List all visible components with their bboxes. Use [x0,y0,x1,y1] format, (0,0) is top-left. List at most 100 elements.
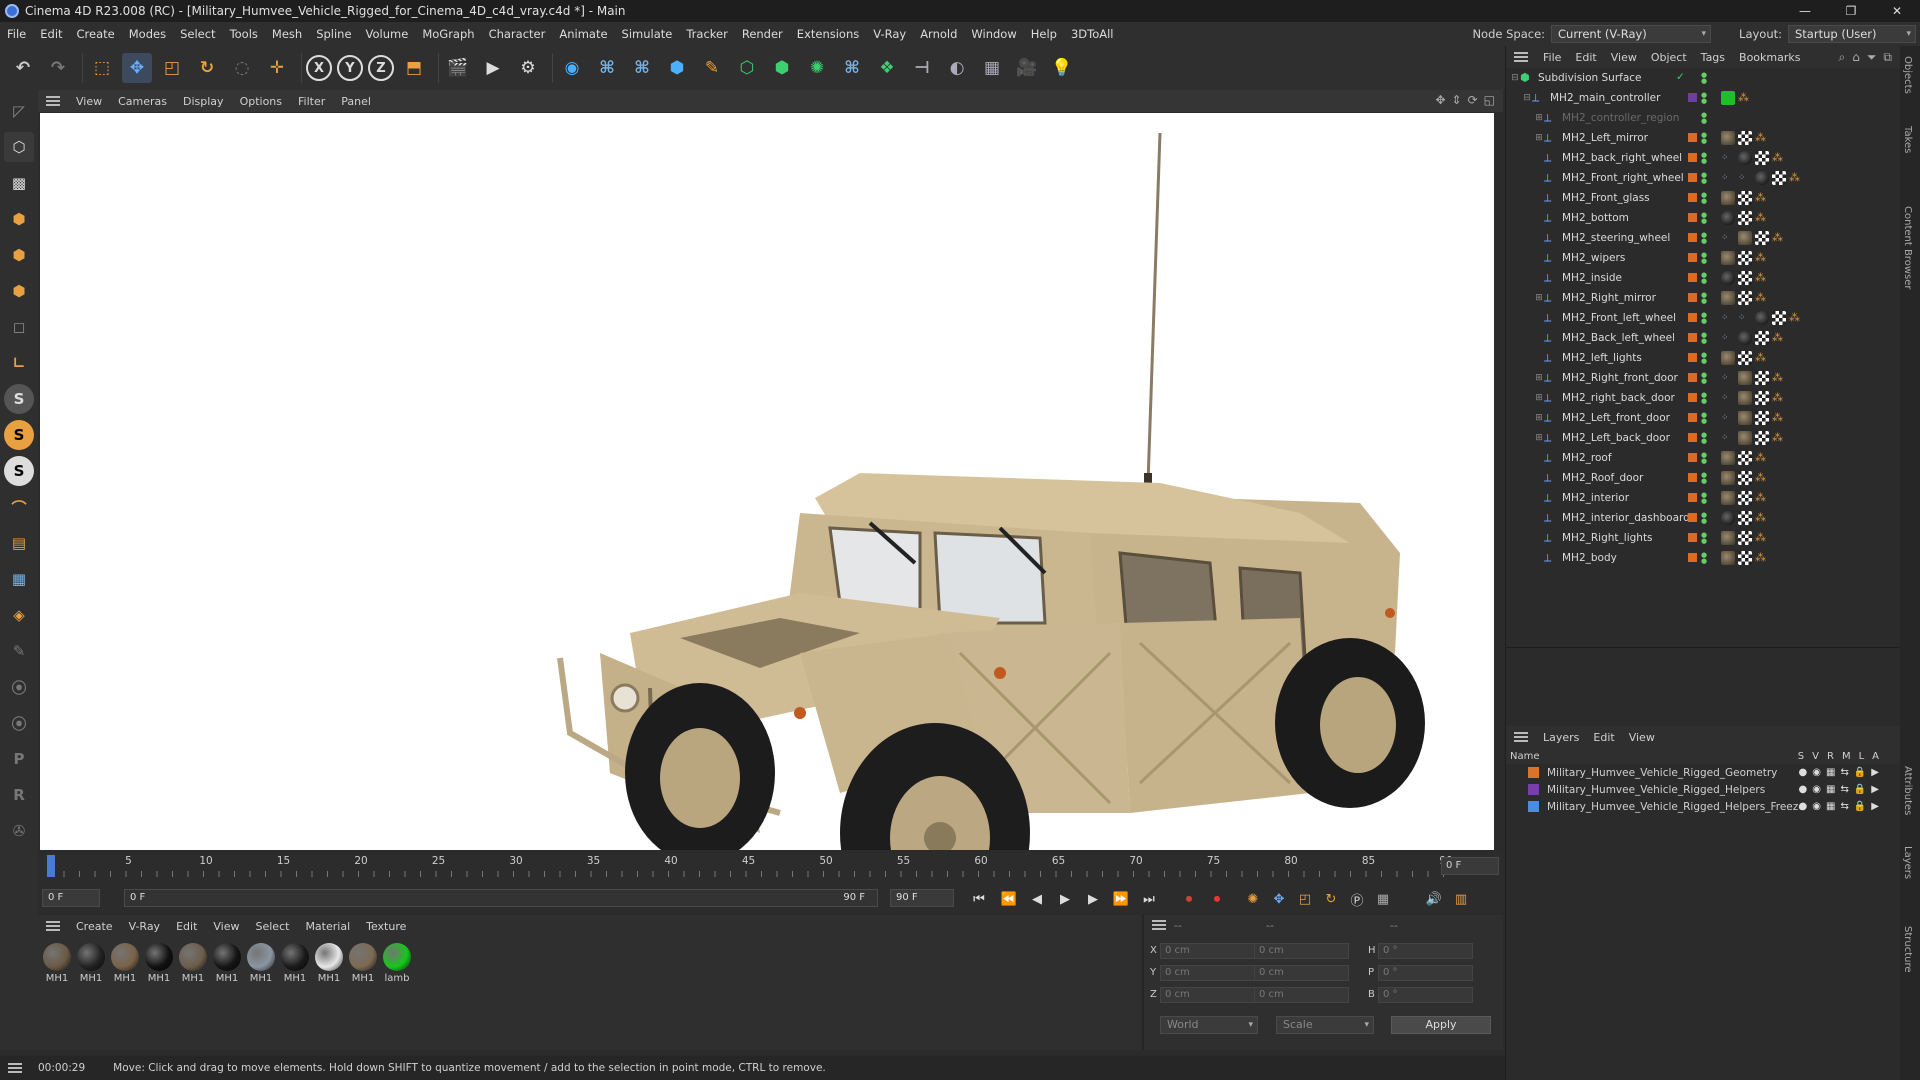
object-row[interactable]: ⟂ MH2_Right_lights ● ● ⁂ [1506,528,1900,548]
visibility-dots-icon[interactable]: ● ● [1701,472,1707,485]
visibility-dots-icon[interactable]: ● ● [1701,372,1707,385]
menu-arnold[interactable]: Arnold [913,27,964,41]
visibility-dots-icon[interactable]: ● ● [1701,392,1707,405]
filter-icon[interactable]: ⏷ [1867,50,1877,65]
visibility-dots-icon[interactable]: ● ● [1701,492,1707,505]
layer-color-swatch[interactable] [1528,767,1539,778]
material-menu-select[interactable]: Select [248,920,298,933]
visibility-dots-icon[interactable]: ● ● [1701,552,1707,565]
coord-value-field[interactable]: 0 ° [1378,943,1473,959]
material-swatch[interactable]: MH1 [314,943,344,984]
material-tag-icon[interactable] [1721,551,1735,565]
polygons-mode-icon[interactable]: ⬢ [4,276,34,306]
solo-icon[interactable]: ◈ [4,600,34,630]
visibility-dots-icon[interactable]: ● ● [1701,332,1707,345]
menu-animate[interactable]: Animate [552,27,614,41]
display-tag-icon[interactable] [1721,91,1735,105]
texture-tag-icon[interactable]: ⁘ [1721,411,1735,425]
record-icon[interactable]: ⏺ [1178,888,1200,910]
manager-icon[interactable]: ⇆ [1840,801,1848,812]
subdivision-icon[interactable]: ⬡ [732,53,762,83]
object-menu-file[interactable]: File [1536,51,1568,64]
material-menu-texture[interactable]: Texture [358,920,414,933]
wrench-icon[interactable]: ✇ [4,816,34,846]
eye-icon[interactable]: ◉ [1812,801,1821,812]
expand-toggle-icon[interactable]: ⊟ [1522,93,1532,103]
scale-tool-icon[interactable]: ◰ [157,53,187,83]
uvw-tag-icon[interactable] [1738,191,1752,205]
layer-color-swatch[interactable] [1688,333,1697,342]
python-script-2-icon[interactable]: ⌘ [627,53,657,83]
solo-icon[interactable]: ● [1799,767,1808,778]
reset-icon[interactable]: R [4,780,34,810]
menu-character[interactable]: Character [482,27,553,41]
object-row[interactable]: ⟂ MH2_Front_glass ● ● ⁂ [1506,188,1900,208]
layer-color-swatch[interactable] [1688,313,1697,322]
home-icon[interactable]: ⌂ [1852,50,1860,65]
visibility-dots-icon[interactable]: ● ● [1701,252,1707,265]
menu-modes[interactable]: Modes [122,27,173,41]
side-tab-objects[interactable]: Objects [1902,56,1913,94]
layers-menu-view[interactable]: View [1622,731,1662,744]
redo-icon[interactable]: ↷ [43,53,73,83]
coord-value-field[interactable]: 0 cm [1160,987,1255,1003]
enabled-check-icon[interactable]: ✓ [1676,71,1685,83]
key-rotation-icon[interactable]: ↻ [1320,888,1342,910]
selection-tag-icon[interactable]: ⁂ [1755,491,1766,505]
recent-tool-icon[interactable]: ◌ [227,53,257,83]
timeline-frame-field[interactable]: 0 F [1441,857,1499,875]
y-axis-icon[interactable]: Y [337,55,363,81]
material-menu-vray[interactable]: V-Ray [121,920,169,933]
material-tag-icon[interactable] [1721,491,1735,505]
object-row[interactable]: ⊟ ⟂ MH2_main_controller ● ● ⁂ [1506,88,1900,108]
layer-color-swatch[interactable] [1688,533,1697,542]
snap-icon[interactable]: S [4,384,34,414]
viewport-menu-filter[interactable]: Filter [290,95,333,108]
object-manager-menu-icon[interactable] [1514,52,1528,62]
side-tab-layers[interactable]: Layers [1902,846,1913,879]
visibility-dots-icon[interactable]: ● ● [1701,132,1707,145]
selection-tag-icon[interactable]: ⁂ [1772,331,1783,345]
object-row[interactable]: ⟂ MH2_Back_left_wheel ● ● ⁘ ⁂ [1506,328,1900,348]
snap-settings-icon[interactable]: S [4,420,34,450]
eye-icon[interactable]: ◉ [1812,784,1821,795]
object-menu-object[interactable]: Object [1644,51,1694,64]
coord-value-field[interactable]: 0 cm [1254,943,1349,959]
visibility-dots-icon[interactable]: ● ● [1701,512,1707,525]
apply-button[interactable]: Apply [1391,1016,1491,1034]
material-tag-icon[interactable] [1721,211,1735,225]
layers-menu-edit[interactable]: Edit [1586,731,1621,744]
sculpt-icon[interactable]: ⦿ [4,672,34,702]
pen-spline-icon[interactable]: ✎ [697,53,727,83]
layer-color-swatch[interactable] [1688,233,1697,242]
toggle-views-icon[interactable]: ◱ [1484,93,1495,107]
key-scale-icon[interactable]: ◰ [1294,888,1316,910]
visibility-dots-icon[interactable]: ● ● [1701,532,1707,545]
layout-dropdown[interactable]: Startup (User) [1788,25,1916,43]
status-menu-icon[interactable] [8,1063,22,1073]
object-row[interactable]: ⊞ ⟂ MH2_Left_mirror ● ● ⁂ [1506,128,1900,148]
render-view-icon[interactable]: 🎬 [443,53,473,83]
coordinate-system-icon[interactable]: ⬒ [399,53,429,83]
menu-select[interactable]: Select [173,27,222,41]
material-swatch[interactable]: lamb [382,943,412,984]
coord-value-field[interactable]: 0 cm [1254,965,1349,981]
coord-menu-icon[interactable] [1152,920,1166,930]
object-row[interactable]: ⟂ MH2_interior_dashboard ● ● ⁂ [1506,508,1900,528]
close-icon[interactable]: ✕ [1874,0,1920,22]
object-row[interactable]: ⟂ MH2_body ● ● ⁂ [1506,548,1900,568]
material-menu-edit[interactable]: Edit [168,920,205,933]
solo-icon[interactable]: ● [1799,801,1808,812]
material-tag-icon[interactable] [1721,351,1735,365]
uvw-tag-icon[interactable] [1738,471,1752,485]
uvw-tag-icon[interactable] [1755,431,1769,445]
material-tag-icon[interactable] [1721,471,1735,485]
uvw-tag-icon[interactable] [1738,491,1752,505]
menu-window[interactable]: Window [964,27,1023,41]
light-icon[interactable]: 💡 [1047,53,1077,83]
layer-color-swatch[interactable] [1688,513,1697,522]
expand-toggle-icon[interactable]: ⊞ [1534,413,1544,423]
expand-toggle-icon[interactable]: ⊞ [1534,433,1544,443]
key-param-icon[interactable]: Ⓟ [1346,888,1368,910]
selection-tag-icon[interactable]: ⁂ [1755,351,1766,365]
